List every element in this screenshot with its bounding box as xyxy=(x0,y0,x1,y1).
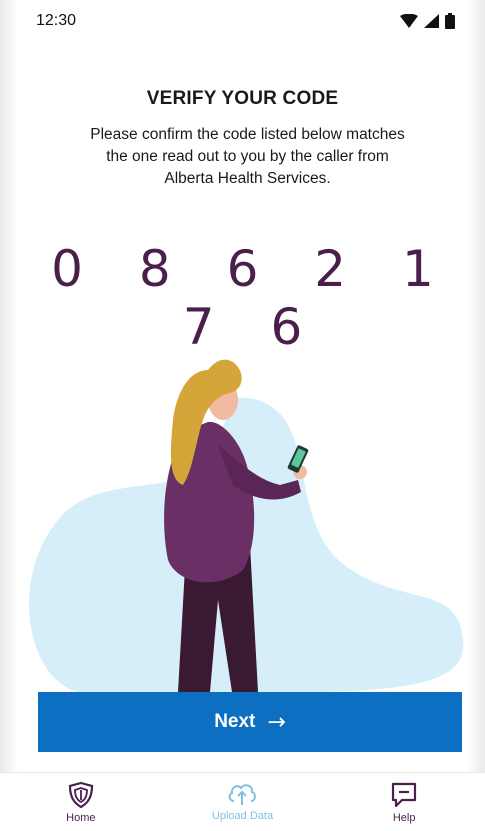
device-edge-left xyxy=(0,0,18,831)
status-bar: 12:30 xyxy=(0,0,485,44)
chat-bubble-icon xyxy=(392,782,417,808)
nav-label-upload-data: Upload Data xyxy=(211,810,274,822)
battery-icon xyxy=(445,13,455,29)
next-button-label: Next xyxy=(214,711,256,732)
instructions-text: Please confirm the code listed below mat… xyxy=(90,126,405,187)
shield-icon xyxy=(68,781,93,809)
verification-code: 0 8 6 2 1 7 6 xyxy=(51,240,454,356)
status-icons xyxy=(400,13,455,29)
nav-label-home: Home xyxy=(66,812,96,824)
cellular-signal-icon xyxy=(424,14,439,28)
nav-item-home[interactable]: Home xyxy=(21,773,141,824)
nav-item-upload-data[interactable]: Upload Data xyxy=(182,773,302,822)
page-title: VERIFY YOUR CODE xyxy=(146,88,339,109)
woman-with-phone-illustration xyxy=(29,359,464,692)
arrow-right-icon: → xyxy=(267,709,286,735)
cloud-upload-icon xyxy=(229,784,257,805)
nav-item-help[interactable]: Help xyxy=(344,773,464,824)
wifi-icon xyxy=(400,14,418,28)
status-time: 12:30 xyxy=(36,12,77,29)
bottom-nav: Home Upload Data Help xyxy=(0,772,485,831)
nav-label-help: Help xyxy=(392,812,416,824)
next-button[interactable]: Next → xyxy=(38,692,462,752)
phone-screen: 12:30 VERIFY YOUR CODE Please confirm th… xyxy=(0,0,485,831)
